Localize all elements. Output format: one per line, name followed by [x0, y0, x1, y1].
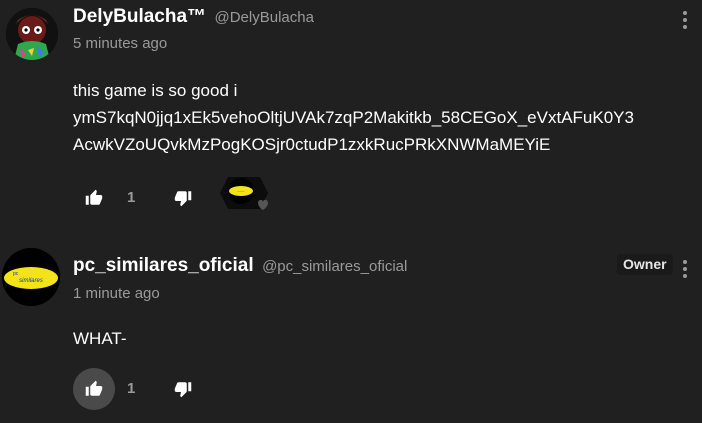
comment-timestamp[interactable]: 5 minutes ago	[73, 35, 167, 52]
creator-heart-reaction-icon: ~~~	[220, 177, 268, 210]
comment-body-line: ymS7kqN0jjq1xEk5vehoOltjUVAk7zqP2Makitkb…	[73, 108, 634, 127]
thumb-up-icon	[85, 189, 103, 205]
author-handle[interactable]: @DelyBulacha	[215, 9, 314, 26]
more-dot	[683, 18, 687, 22]
svg-text:similares: similares	[19, 278, 43, 284]
comment-body: WHAT-	[73, 329, 127, 348]
more-options-button[interactable]	[678, 7, 692, 33]
yellow-logo-avatar-icon: pc similares	[2, 248, 60, 306]
like-count: 1	[127, 189, 136, 206]
thumb-up-icon	[85, 380, 103, 396]
svg-text:~~~: ~~~	[237, 189, 245, 194]
more-dots-icon	[683, 260, 687, 264]
comment-body-line: this game is so good i	[73, 81, 238, 100]
more-dot	[683, 25, 687, 29]
author-line: pc_similares_oficial @pc_similares_ofici…	[73, 255, 407, 277]
more-dots-icon	[683, 11, 687, 15]
more-dot	[683, 267, 687, 271]
owner-badge: Owner	[617, 254, 673, 275]
comment-item: DelyBulacha™ @DelyBulacha 5 minutes ago …	[0, 0, 702, 220]
like-count: 1	[127, 380, 136, 397]
svg-text:pc: pc	[13, 271, 19, 277]
creator-reaction[interactable]: ~~~	[214, 171, 274, 217]
cartoon-character-avatar-icon	[6, 8, 58, 60]
author-handle[interactable]: @pc_similares_oficial	[262, 258, 407, 275]
more-dot	[683, 274, 687, 278]
author-avatar[interactable]: pc similares	[2, 248, 60, 306]
like-button[interactable]	[73, 368, 115, 410]
thumb-down-icon	[174, 382, 192, 398]
comment-timestamp[interactable]: 1 minute ago	[73, 285, 160, 302]
like-button[interactable]	[73, 177, 115, 219]
more-options-button[interactable]	[678, 256, 692, 282]
author-avatar[interactable]	[6, 8, 58, 60]
comment-item: pc similares pc_similares_oficial @pc_si…	[0, 240, 702, 423]
comment-body: this game is so good i ymS7kqN0jjq1xEk5v…	[73, 77, 698, 158]
author-line: DelyBulacha™ @DelyBulacha	[73, 6, 314, 28]
author-name[interactable]: DelyBulacha™	[73, 6, 206, 27]
author-name[interactable]: pc_similares_oficial	[73, 255, 254, 276]
dislike-button[interactable]	[162, 177, 204, 219]
dislike-button[interactable]	[162, 368, 204, 410]
comment-body-line: AcwkVZoUQvkMzPogKOSjr0ctudP1zxkRucPRkXNW…	[73, 135, 551, 154]
thumb-down-icon	[174, 191, 192, 207]
